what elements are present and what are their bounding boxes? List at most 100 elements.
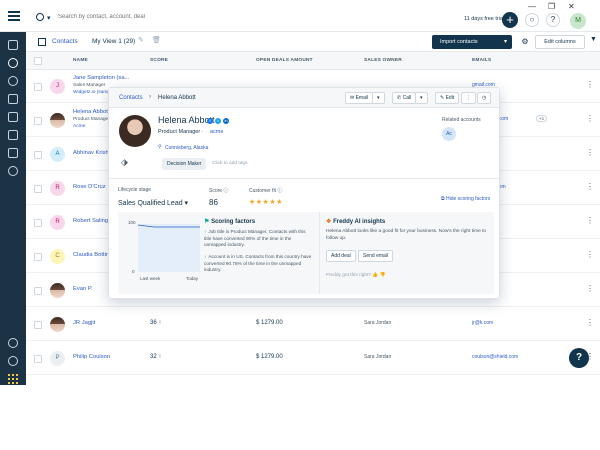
chart-x-end: Today <box>186 276 199 281</box>
column-header-name[interactable]: NAME <box>73 58 88 63</box>
related-account-avatar[interactable]: Ac <box>442 127 456 141</box>
row-checkbox[interactable] <box>34 151 42 159</box>
nav-dashboard-icon[interactable] <box>8 40 18 50</box>
help-chat-button[interactable]: ? <box>569 348 589 368</box>
row-more-icon[interactable]: ⋮ <box>586 114 594 123</box>
twitter-icon[interactable]: t <box>215 118 221 124</box>
contact-company-link[interactable]: acme <box>210 129 223 135</box>
apps-grid-icon[interactable] <box>8 374 18 384</box>
history-icon[interactable]: ◷ <box>477 92 492 104</box>
list-view-icon[interactable] <box>38 38 46 46</box>
more-options-button[interactable]: ⋮ <box>461 92 476 104</box>
freddy-ai-title: ❖ Freddy AI insights <box>326 219 386 225</box>
minimize-icon[interactable]: — <box>528 2 536 11</box>
call-button[interactable]: ✆ Call <box>392 92 417 104</box>
call-dropdown-button[interactable]: ▾ <box>415 92 428 104</box>
row-more-icon[interactable]: ⋮ <box>586 182 594 191</box>
contact-name-link[interactable]: Jane Sampleton (sa... <box>73 75 129 81</box>
breadcrumb-contacts[interactable]: Contacts <box>52 38 78 45</box>
quick-add-button[interactable]: + <box>502 12 518 28</box>
column-header-score[interactable]: SCORE <box>150 58 168 63</box>
close-icon[interactable]: ✕ <box>568 2 575 11</box>
column-header-owner[interactable]: SALES OWNER <box>364 58 402 63</box>
notification-icon[interactable]: ○ <box>525 13 539 27</box>
facebook-icon[interactable]: f <box>207 118 213 124</box>
contact-name-link[interactable]: Rose D'Cruz <box>73 184 106 190</box>
card-breadcrumb-contacts[interactable]: Contacts <box>119 95 143 101</box>
tag-chip[interactable]: Decision Maker <box>162 158 207 170</box>
nav-reports-icon[interactable] <box>8 148 18 158</box>
hide-scoring-factors-link[interactable]: ⧉ Hide scoring factors <box>441 196 490 202</box>
email-dropdown-button[interactable]: ▾ <box>372 92 385 104</box>
contact-name-link[interactable]: JR Jagjit <box>73 320 95 326</box>
phone-icon[interactable] <box>8 338 18 348</box>
import-contacts-button[interactable]: Import contacts ▾ <box>432 35 512 49</box>
view-selector[interactable]: My View 1 (29) <box>92 38 135 45</box>
row-more-icon[interactable]: ⋮ <box>586 318 594 327</box>
edit-view-icon[interactable]: ✎ <box>138 36 144 44</box>
card-header: Contacts › Helena Abbott ✉ Email ▾ ✆ Cal… <box>109 88 499 108</box>
avatar[interactable]: M <box>570 13 586 29</box>
chevron-down-icon[interactable]: ▾ <box>47 14 51 22</box>
nav-contacts-icon[interactable] <box>8 58 18 68</box>
contact-avatar: R <box>50 181 65 196</box>
contact-name-link[interactable]: Helena Abbott <box>73 109 109 115</box>
edit-button[interactable]: ✎ Edit <box>435 92 460 104</box>
thumbs-up-icon[interactable]: 👍 <box>372 273 378 278</box>
email-link[interactable]: coulson@shield.com <box>472 354 518 360</box>
row-checkbox[interactable] <box>34 287 42 295</box>
linkedin-icon[interactable]: in <box>223 118 229 124</box>
row-more-icon[interactable]: ⋮ <box>586 250 594 259</box>
edit-columns-button[interactable]: Edit columns <box>535 35 585 49</box>
table-row[interactable]: JR Jagjit 36 ↑ $ 1279.00 Sara Jordan jr@k.co… <box>26 308 600 341</box>
row-checkbox[interactable] <box>34 83 42 91</box>
row-more-icon[interactable]: ⋮ <box>586 80 594 89</box>
row-more-icon[interactable]: ⋮ <box>586 216 594 225</box>
row-checkbox[interactable] <box>34 185 42 193</box>
nav-campaigns-icon[interactable] <box>8 112 18 122</box>
contact-location[interactable]: Connieberg, Alaska <box>165 145 208 151</box>
row-more-icon[interactable]: ⋮ <box>586 148 594 157</box>
add-tags-link[interactable]: Click to add tags <box>212 161 247 166</box>
filter-icon[interactable]: ▼ <box>590 36 597 43</box>
contact-company-link[interactable]: Acme <box>73 124 85 129</box>
contact-name-link[interactable]: Robert Salinge <box>73 218 111 224</box>
email-link[interactable]: jr@k.com <box>472 320 493 326</box>
column-header-open-deals[interactable]: OPEN DEALS AMOUNT <box>256 58 313 63</box>
contact-avatar: P <box>50 351 65 366</box>
row-checkbox[interactable] <box>34 355 42 363</box>
row-checkbox[interactable] <box>34 117 42 125</box>
row-checkbox[interactable] <box>34 253 42 261</box>
contact-name-link[interactable]: Evan P. <box>73 286 93 292</box>
menu-icon[interactable] <box>8 11 20 21</box>
contact-name-link[interactable]: Abhinav Krish <box>73 150 109 156</box>
table-row[interactable]: P Philip Coulson 32 ↑ $ 1279.00 Sara Jordan c… <box>26 342 600 375</box>
send-email-button[interactable]: Send email <box>358 250 394 262</box>
row-more-icon[interactable]: ⋮ <box>586 284 594 293</box>
maximize-icon[interactable]: ❐ <box>548 2 555 11</box>
column-header-emails[interactable]: EMAILS <box>472 58 491 63</box>
contact-name-link[interactable]: Philip Coulson <box>73 354 110 360</box>
row-checkbox[interactable] <box>34 321 42 329</box>
contact-name-link[interactable]: Claudia Bottin <box>73 252 109 258</box>
chat-icon[interactable] <box>8 356 18 366</box>
contact-avatar <box>50 317 65 332</box>
lifecycle-stage-dropdown[interactable]: Sales Qualified Lead ▾ <box>118 199 188 207</box>
nav-conversations-icon[interactable] <box>8 94 18 104</box>
select-all-checkbox[interactable] <box>34 57 42 65</box>
nav-deals-icon[interactable] <box>8 76 18 86</box>
search-icon[interactable] <box>36 13 44 21</box>
add-deal-button[interactable]: Add deal <box>326 250 356 262</box>
row-checkbox[interactable] <box>34 219 42 227</box>
tag-icon: ⬗ <box>121 157 128 167</box>
search-input[interactable] <box>58 11 358 23</box>
help-icon[interactable]: ? <box>546 13 560 27</box>
nav-tasks-icon[interactable] <box>8 130 18 140</box>
email-button[interactable]: ✉ Email <box>345 92 374 104</box>
delete-view-icon[interactable]: 🗑 <box>152 36 161 44</box>
thumbs-down-icon[interactable]: 👎 <box>380 273 386 278</box>
nav-settings-icon[interactable] <box>8 166 18 176</box>
trend-up-icon: ↑ <box>158 320 162 326</box>
settings-gear-icon[interactable]: ⚙ <box>518 35 532 49</box>
more-emails-badge[interactable]: +1 <box>536 115 548 122</box>
